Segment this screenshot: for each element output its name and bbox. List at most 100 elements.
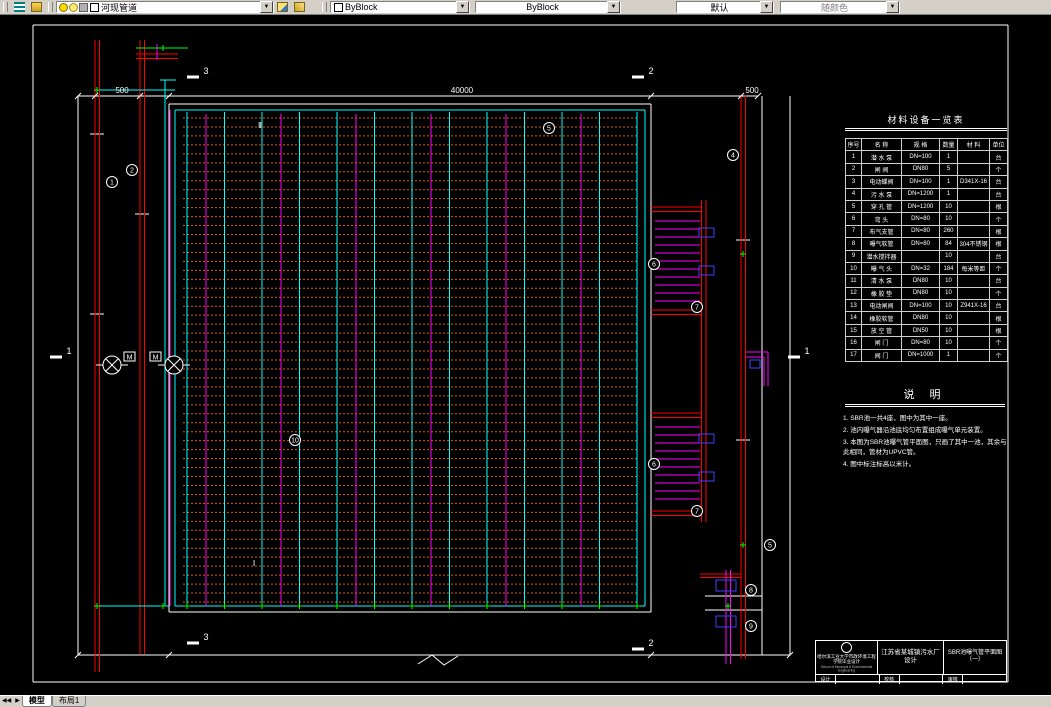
layer-combo[interactable]: 河现管道 ▼ <box>56 1 274 13</box>
mat-cell: 闸 门 <box>861 336 902 350</box>
mat-cell: 16 <box>845 336 862 350</box>
mat-cell: 3 <box>845 175 862 189</box>
titleblock-label-cell: 设计 <box>816 674 836 684</box>
tab-nav-right-icon[interactable]: ▶ <box>13 696 22 707</box>
section-number: 3 <box>203 632 208 642</box>
note-item: 3. 本图为SBR池曝气管平面图，只画了其中一池，其余与此相同，管材为UPVC管… <box>843 439 1007 457</box>
note-item: 2. 池内曝气器沿池底均匀布置组成曝气单元装置。 <box>843 427 987 435</box>
mat-cell: 10 <box>939 311 958 325</box>
toolbar-grip[interactable] <box>322 2 327 12</box>
color-value: ByBlock <box>345 2 378 12</box>
model-space-canvas[interactable]: 1 2 10 5 4 6 7 6 7 5 8 9 M M 3 3 2 2 1 1 500 40000 500 Ⅱ Ⅰ 材料设备一… <box>0 14 1051 695</box>
layer-previous-icon[interactable] <box>292 0 307 14</box>
layer-color-chip <box>90 2 99 12</box>
mat-cell: 台 <box>989 249 1008 263</box>
mat-row: 13 电动闸阀 DN=100 10 Z941X-16 台 <box>845 299 1008 313</box>
mat-cell: 5 <box>845 199 862 214</box>
mat-cell: 1 <box>939 150 958 164</box>
mat-cell <box>957 311 990 325</box>
tab-layout1[interactable]: 布局1 <box>51 696 87 707</box>
mat-row: 3 电动蝶阀 DN=100 1 D341X-16 台 <box>845 175 1008 189</box>
mat-cell: 根 <box>989 323 1008 338</box>
mat-cell: 曝 气 头 <box>861 261 902 276</box>
mat-cell: 10 <box>939 249 958 263</box>
mat-cell: 6 <box>845 212 862 226</box>
mat-cell: DN=80 <box>901 336 940 350</box>
mat-cell: 橡胶软管 <box>861 311 902 325</box>
mat-cell: 10 <box>939 199 958 214</box>
note-item: 1. SBR池一共4座，图中为其中一座。 <box>843 415 952 422</box>
mat-cell <box>957 274 990 288</box>
title-block: 哈尔滨工业大学市政环境工程学院毕业设计 School of Municipal … <box>815 640 1007 684</box>
linetype-combo-arrow[interactable]: ▼ <box>607 1 620 13</box>
color-control-combo[interactable]: ByBlock ▼ <box>330 1 470 13</box>
mat-cell: 8 <box>845 237 862 251</box>
layer-states-icon[interactable] <box>29 0 44 14</box>
linetype-control-combo[interactable]: ByBlock ▼ <box>475 1 621 13</box>
layer-properties-icon[interactable] <box>12 0 27 14</box>
lineweight-combo-arrow[interactable]: ▼ <box>760 1 773 13</box>
mat-cell: 潜水搅拌器 <box>861 249 902 263</box>
balloon-number: 9 <box>749 624 753 631</box>
mat-cell: DN80 <box>901 286 940 301</box>
mat-cell: 污 水 泵 <box>861 187 902 201</box>
mat-cell <box>957 336 990 350</box>
plotstyle-control-combo[interactable]: 随颜色 ▼ <box>780 1 900 13</box>
mat-cell: 清 水 泵 <box>861 274 902 288</box>
mat-cell: 根 <box>989 237 1008 251</box>
dim-label: 500 <box>745 86 759 95</box>
mat-cell: 7 <box>845 224 862 239</box>
tab-model[interactable]: 模型 <box>21 696 52 707</box>
titleblock-value-cell <box>900 674 944 684</box>
section-number: 2 <box>648 66 653 76</box>
note-item: 4. 图中标注标高以米计。 <box>843 461 916 469</box>
toolbar-grip[interactable] <box>3 2 8 12</box>
mat-cell: DN=1200 <box>901 187 940 201</box>
lineweight-control-combo[interactable]: 默认 ▼ <box>676 1 774 13</box>
mat-cell: DN=1200 <box>901 199 940 214</box>
layer-combo-arrow[interactable]: ▼ <box>260 1 273 13</box>
mat-row: 4污 水 泵 DN=1200 1 台 <box>845 187 1008 201</box>
section-number: 1 <box>804 346 809 356</box>
mat-col-header: 序号 <box>845 137 862 152</box>
mat-col-header: 材 料 <box>957 137 990 152</box>
mat-cell <box>957 224 990 239</box>
mat-cell: 17 <box>845 348 862 363</box>
mat-cell: 2 <box>845 162 862 177</box>
motor-label: M <box>153 355 159 362</box>
mat-cell: DN=80 <box>901 224 940 239</box>
notes-title: 说 明 <box>845 386 1005 407</box>
tab-nav-left-icon[interactable]: ◀◀ <box>0 696 13 707</box>
mat-cell: 13 <box>845 299 862 313</box>
mat-cell: DN=80 <box>901 237 940 251</box>
balloon-number: 2 <box>130 168 134 175</box>
mat-cell: 台 <box>989 150 1008 164</box>
mat-cell: 9 <box>845 249 862 263</box>
toolbar-grip[interactable] <box>48 2 53 12</box>
mat-cell: 184 <box>939 261 958 276</box>
balloon-number: 10 <box>291 438 299 445</box>
mat-row: 6弯 头 DN=80 10 个 <box>845 212 1008 226</box>
make-object-layer-current-icon[interactable] <box>275 0 290 14</box>
mat-row: 15 放 空 管 DN50 10 根 <box>845 323 1008 338</box>
mat-cell: 台 <box>989 299 1008 313</box>
mat-cell: 5 <box>939 162 958 177</box>
layout-tab-bar: ◀◀ ▶ 模型 布局1 <box>0 695 1051 707</box>
balloon-number: 8 <box>749 588 753 595</box>
mat-cell: 10 <box>939 274 958 288</box>
mat-col-header: 规 格 <box>901 137 940 152</box>
mat-row: 16 闸 门 DN=80 10 个 <box>845 336 1008 350</box>
mat-row: 9 潜水搅拌器 10 台 <box>845 249 1008 263</box>
mat-cell: 个 <box>989 212 1008 226</box>
mat-cell: 10 <box>845 261 862 276</box>
color-combo-arrow[interactable]: ▼ <box>456 1 469 13</box>
balloon-number: 5 <box>768 543 772 550</box>
motor-label: M <box>127 355 133 362</box>
mat-row: 7 布气支管 DN=80 260 根 <box>845 224 1008 239</box>
plotstyle-combo-arrow[interactable]: ▼ <box>886 1 899 13</box>
zone-label: Ⅰ <box>253 559 255 568</box>
titleblock-label-cell: 审核 <box>943 674 964 684</box>
school-name: 哈尔滨工业大学市政环境工程学院毕业设计 <box>817 654 876 665</box>
mat-cell: DN80 <box>901 274 940 288</box>
balloon-number: 5 <box>547 126 551 133</box>
